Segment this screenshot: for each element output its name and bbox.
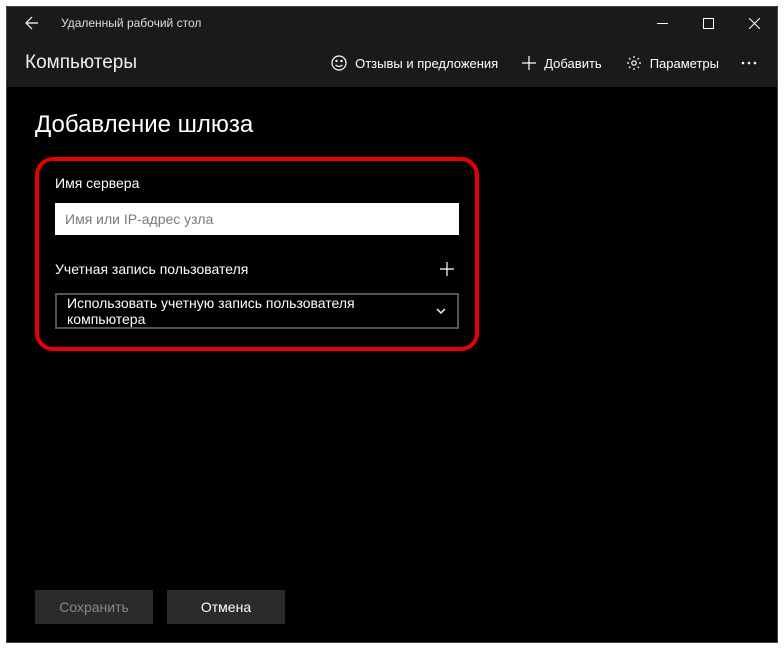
close-icon xyxy=(749,18,760,29)
toolbar: Компьютеры Отзывы и предложения Добавить… xyxy=(7,39,777,87)
feedback-label: Отзывы и предложения xyxy=(355,56,498,71)
ellipsis-icon xyxy=(741,61,757,65)
add-label: Добавить xyxy=(544,56,601,71)
maximize-icon xyxy=(703,18,714,29)
feedback-button[interactable]: Отзывы и предложения xyxy=(319,49,510,77)
window-title: Удаленный рабочий стол xyxy=(61,16,201,30)
window-controls xyxy=(639,8,777,38)
maximize-button[interactable] xyxy=(685,8,731,38)
minimize-button[interactable] xyxy=(639,8,685,38)
user-account-selected-value: Использовать учетную запись пользователя… xyxy=(67,295,435,327)
cancel-button[interactable]: Отмена xyxy=(167,590,285,624)
minimize-icon xyxy=(657,18,668,29)
settings-label: Параметры xyxy=(650,56,719,71)
form-heading: Добавление шлюза xyxy=(35,111,749,139)
smiley-icon xyxy=(331,55,347,71)
chevron-down-icon xyxy=(435,305,447,317)
plus-icon xyxy=(522,56,536,70)
server-name-input[interactable] xyxy=(55,203,459,235)
gear-icon xyxy=(626,55,642,71)
arrow-left-icon xyxy=(24,15,40,31)
user-account-select[interactable]: Использовать учетную запись пользователя… xyxy=(55,293,459,329)
add-button[interactable]: Добавить xyxy=(510,50,613,77)
highlighted-form-section: Имя сервера Учетная запись пользователя … xyxy=(35,157,479,351)
more-button[interactable] xyxy=(731,55,767,71)
save-button[interactable]: Сохранить xyxy=(35,590,153,624)
server-name-label: Имя сервера xyxy=(55,175,459,191)
add-account-button[interactable] xyxy=(435,257,459,281)
user-account-label: Учетная запись пользователя xyxy=(55,261,248,277)
plus-icon xyxy=(440,262,454,276)
content-area: Добавление шлюза Имя сервера Учетная зап… xyxy=(7,87,777,642)
settings-button[interactable]: Параметры xyxy=(614,49,731,77)
titlebar: Удаленный рабочий стол xyxy=(7,7,777,39)
close-button[interactable] xyxy=(731,8,777,38)
back-button[interactable] xyxy=(17,8,47,38)
page-title: Компьютеры xyxy=(25,52,137,74)
app-window: Удаленный рабочий стол Компьютеры Отзыв xyxy=(6,6,778,643)
footer-buttons: Сохранить Отмена xyxy=(35,590,749,624)
